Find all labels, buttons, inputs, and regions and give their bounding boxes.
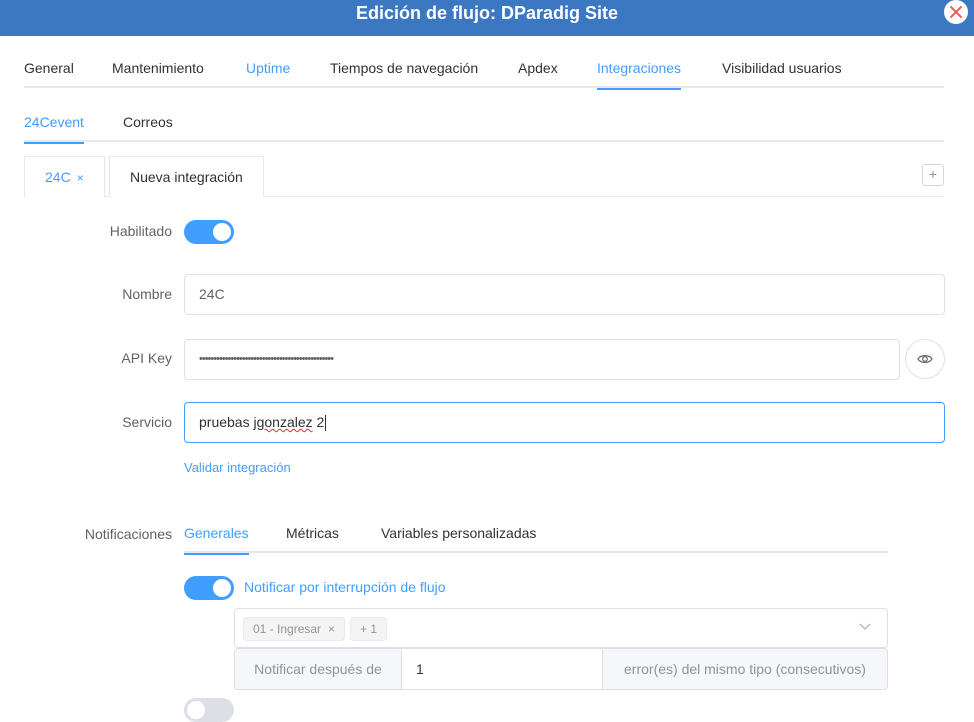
enabled-label: Habilitado bbox=[109, 223, 172, 239]
integration-tabs: 24Cevent Correos bbox=[24, 102, 944, 144]
tab-24cevent[interactable]: 24Cevent bbox=[24, 102, 84, 144]
chip-close-icon[interactable]: × bbox=[328, 622, 335, 636]
switch-knob bbox=[187, 701, 205, 719]
tab-variables-personalizadas[interactable]: Variables personalizadas bbox=[381, 514, 536, 553]
close-icon bbox=[950, 6, 962, 18]
text-caret bbox=[325, 415, 327, 432]
name-input[interactable]: 24C bbox=[184, 274, 945, 315]
tab-correos[interactable]: Correos bbox=[123, 102, 173, 142]
more-chips-badge: + 1 bbox=[350, 617, 388, 641]
api-key-input[interactable]: ••••••••••••••••••••••••••••••••••••••••… bbox=[184, 339, 900, 380]
service-text-prefix: pruebas bbox=[199, 414, 254, 430]
service-input[interactable]: pruebas jgonzalez 2 bbox=[184, 402, 945, 443]
steps-multiselect[interactable]: 01 - Ingresar × + 1 bbox=[234, 608, 888, 648]
notifications-label: Notificaciones bbox=[84, 526, 172, 542]
service-label: Servicio bbox=[122, 414, 172, 430]
eye-icon bbox=[917, 355, 933, 363]
card-tab-label: 24C bbox=[45, 169, 71, 185]
tab-visibilidad-usuarios[interactable]: Visibilidad usuarios bbox=[722, 48, 842, 88]
chip-label: 01 - Ingresar bbox=[253, 622, 322, 636]
enabled-switch[interactable] bbox=[184, 220, 234, 244]
notify-after-label: Notificar después de bbox=[234, 648, 402, 690]
service-text-suffix: 2 bbox=[312, 414, 325, 430]
tab-mantenimiento[interactable]: Mantenimiento bbox=[112, 48, 204, 88]
switch-knob bbox=[213, 223, 231, 241]
switch-knob bbox=[213, 579, 231, 597]
close-tab-icon[interactable]: × bbox=[77, 171, 84, 185]
main-tabs: General Mantenimiento Uptime Tiempos de … bbox=[24, 48, 944, 90]
tab-general[interactable]: General bbox=[24, 48, 74, 88]
next-option-switch[interactable] bbox=[184, 698, 234, 722]
integration-card-tabs: 24C × Nueva integración + bbox=[24, 156, 944, 198]
toggle-visibility-button[interactable] bbox=[905, 339, 945, 379]
tab-generales[interactable]: Generales bbox=[184, 514, 249, 555]
interrupt-label: Notificar por interrupción de flujo bbox=[244, 579, 446, 595]
tab-tiempos-navegacion[interactable]: Tiempos de navegación bbox=[330, 48, 478, 88]
notify-after-suffix: error(es) del mismo tipo (consecutivos) bbox=[602, 648, 888, 690]
tab-integraciones[interactable]: Integraciones bbox=[597, 48, 682, 90]
name-label: Nombre bbox=[122, 286, 172, 302]
dialog-header: Edición de flujo: DParadig Site bbox=[0, 0, 974, 36]
close-button[interactable] bbox=[944, 0, 968, 24]
notification-tabs: Generales Métricas Variables personaliza… bbox=[184, 514, 888, 555]
tab-apdex[interactable]: Apdex bbox=[518, 48, 558, 88]
interrupt-switch[interactable] bbox=[184, 576, 234, 600]
notify-after-input[interactable]: 1 bbox=[402, 648, 602, 690]
selected-chip: 01 - Ingresar × bbox=[243, 617, 346, 641]
chevron-down-icon[interactable] bbox=[859, 623, 871, 631]
tab-metricas[interactable]: Métricas bbox=[286, 514, 339, 553]
tab-uptime[interactable]: Uptime bbox=[246, 48, 290, 88]
card-tab-24c[interactable]: 24C × bbox=[24, 156, 105, 198]
add-integration-button[interactable]: + bbox=[922, 164, 944, 186]
notify-after-group: Notificar después de 1 error(es) del mis… bbox=[234, 648, 888, 690]
api-key-label: API Key bbox=[121, 350, 172, 366]
card-tab-nueva-integracion[interactable]: Nueva integración bbox=[109, 156, 264, 197]
service-text-misspelled: jgonzalez bbox=[253, 414, 313, 430]
validate-integration-link[interactable]: Validar integración bbox=[184, 460, 291, 475]
dialog-title: Edición de flujo: DParadig Site bbox=[355, 3, 619, 23]
